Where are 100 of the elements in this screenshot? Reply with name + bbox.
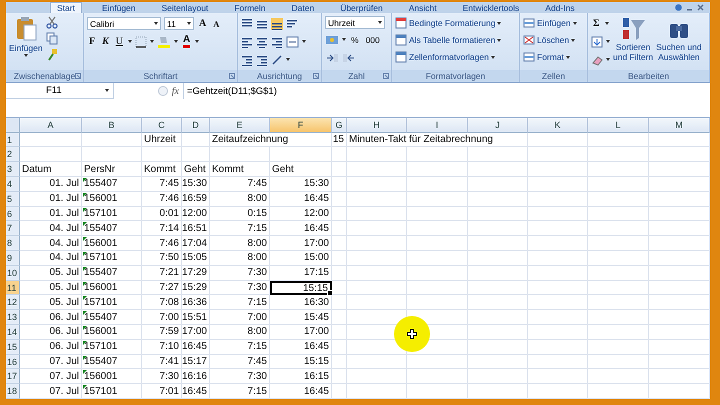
table-cell[interactable]: 155407 bbox=[82, 221, 142, 236]
ribbon-tab[interactable]: Seitenlayout bbox=[156, 3, 214, 13]
table-cell[interactable] bbox=[649, 132, 710, 148]
row-header[interactable]: 1 bbox=[6, 132, 20, 148]
table-cell[interactable] bbox=[332, 340, 347, 355]
table-cell[interactable] bbox=[347, 266, 407, 281]
table-cell[interactable] bbox=[468, 325, 528, 340]
table-cell[interactable] bbox=[468, 236, 528, 252]
table-cell[interactable]: 157101 bbox=[82, 206, 142, 222]
align-center-icon[interactable] bbox=[256, 36, 268, 48]
table-cell[interactable] bbox=[332, 325, 347, 340]
row-header[interactable]: 2 bbox=[6, 147, 20, 162]
table-cell[interactable] bbox=[468, 280, 528, 296]
table-cell[interactable] bbox=[649, 369, 710, 384]
caret-icon[interactable] bbox=[342, 38, 346, 41]
table-cell[interactable]: 04. Jul bbox=[20, 221, 82, 236]
table-cell[interactable]: 7:30 bbox=[210, 369, 270, 384]
column-header[interactable]: G bbox=[332, 118, 347, 133]
table-cell[interactable] bbox=[407, 251, 468, 266]
table-cell[interactable]: 157101 bbox=[82, 340, 142, 355]
table-cell[interactable] bbox=[347, 369, 407, 384]
formula-field[interactable]: =Gehtzeit(D11;$G$1) bbox=[184, 83, 710, 117]
table-cell[interactable]: 7:15 bbox=[210, 384, 270, 399]
cell-styles-button[interactable]: Zellenformatvorlagen bbox=[395, 50, 502, 64]
table-cell[interactable]: 04. Jul bbox=[20, 251, 82, 266]
table-cell[interactable]: 7:15 bbox=[210, 295, 270, 310]
table-cell[interactable] bbox=[528, 310, 588, 326]
table-cell[interactable] bbox=[649, 206, 710, 222]
table-cell[interactable] bbox=[528, 162, 588, 178]
table-cell[interactable]: 7:45 bbox=[210, 177, 270, 192]
format-painter-icon[interactable] bbox=[46, 48, 58, 61]
table-cell[interactable] bbox=[407, 369, 468, 384]
table-cell[interactable] bbox=[407, 177, 468, 192]
table-cell[interactable] bbox=[649, 162, 710, 178]
table-cell[interactable] bbox=[210, 147, 270, 162]
table-cell[interactable] bbox=[588, 310, 649, 326]
table-cell[interactable] bbox=[468, 369, 528, 384]
text-orientation-icon[interactable] bbox=[271, 54, 283, 66]
table-cell[interactable]: 17:00 bbox=[270, 325, 332, 340]
table-cell[interactable] bbox=[468, 310, 528, 326]
align-top-icon[interactable] bbox=[241, 18, 253, 30]
table-cell[interactable] bbox=[407, 147, 468, 162]
table-cell[interactable]: 7:46 bbox=[142, 236, 182, 252]
number-format-dropdown[interactable]: Uhrzeit bbox=[325, 16, 385, 29]
table-cell[interactable] bbox=[588, 132, 649, 148]
table-cell[interactable]: 15:30 bbox=[182, 177, 210, 192]
table-cell[interactable] bbox=[528, 206, 588, 222]
table-cell[interactable] bbox=[649, 266, 710, 281]
table-cell[interactable] bbox=[407, 206, 468, 222]
border-icon[interactable] bbox=[135, 36, 148, 48]
table-cell[interactable] bbox=[649, 236, 710, 252]
fill-handle[interactable] bbox=[327, 290, 333, 296]
table-cell[interactable] bbox=[649, 251, 710, 266]
table-cell[interactable] bbox=[588, 369, 649, 384]
table-cell[interactable]: 17:04 bbox=[182, 236, 210, 252]
table-cell[interactable]: 157101 bbox=[82, 251, 142, 266]
table-cell[interactable] bbox=[588, 384, 649, 399]
caret-icon[interactable] bbox=[195, 40, 200, 43]
table-cell[interactable] bbox=[407, 280, 468, 296]
row-header[interactable]: 18 bbox=[6, 384, 20, 399]
table-cell[interactable]: 8:00 bbox=[210, 192, 270, 207]
table-cell[interactable]: 156001 bbox=[82, 325, 142, 340]
shrink-font-button[interactable]: A bbox=[211, 16, 222, 30]
table-cell[interactable] bbox=[588, 206, 649, 222]
column-header[interactable]: A bbox=[20, 118, 82, 133]
row-header[interactable]: 6 bbox=[6, 206, 20, 222]
table-cell[interactable] bbox=[528, 384, 588, 399]
active-cell[interactable]: 15:15 bbox=[270, 280, 332, 296]
dialog-launcher-icon[interactable] bbox=[313, 73, 319, 80]
table-cell[interactable]: 7:30 bbox=[210, 266, 270, 281]
row-header[interactable]: 12 bbox=[6, 295, 20, 310]
table-cell[interactable] bbox=[588, 295, 649, 310]
caret-icon[interactable] bbox=[302, 40, 306, 43]
table-cell[interactable]: 15:15 bbox=[270, 354, 332, 370]
caret-icon[interactable] bbox=[606, 58, 610, 61]
table-cell[interactable] bbox=[468, 192, 528, 207]
table-cell[interactable] bbox=[347, 295, 407, 310]
ribbon-tab[interactable]: Add-Ins bbox=[539, 3, 581, 13]
table-cell[interactable] bbox=[332, 236, 347, 252]
table-cell[interactable]: 0:01 bbox=[142, 206, 182, 222]
column-header[interactable]: F bbox=[270, 118, 332, 133]
table-cell[interactable]: 16:16 bbox=[182, 369, 210, 384]
column-header[interactable]: I bbox=[407, 118, 468, 133]
table-cell[interactable] bbox=[332, 251, 347, 266]
table-cell[interactable]: 17:00 bbox=[270, 236, 332, 252]
table-cell[interactable]: 8:00 bbox=[210, 251, 270, 266]
table-cell[interactable] bbox=[649, 177, 710, 192]
table-cell[interactable] bbox=[142, 147, 182, 162]
font-color-button[interactable]: A bbox=[181, 34, 192, 48]
row-header[interactable]: 13 bbox=[6, 310, 20, 326]
table-cell[interactable]: Datum bbox=[20, 162, 82, 178]
table-cell[interactable] bbox=[468, 266, 528, 281]
decrease-indent-icon[interactable] bbox=[241, 54, 253, 66]
table-cell[interactable] bbox=[332, 162, 347, 178]
underline-button[interactable]: U bbox=[114, 34, 126, 48]
table-cell[interactable] bbox=[588, 340, 649, 355]
align-bottom-icon[interactable] bbox=[271, 18, 283, 30]
dialog-launcher-icon[interactable] bbox=[75, 73, 81, 80]
table-cell[interactable] bbox=[468, 162, 528, 178]
column-header[interactable]: M bbox=[649, 118, 710, 133]
